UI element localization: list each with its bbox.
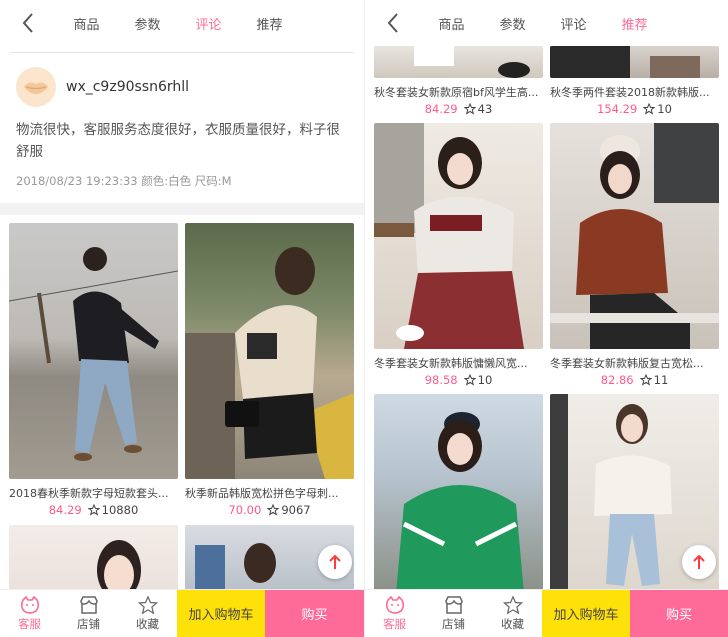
product-photo <box>374 46 543 78</box>
product-photo <box>374 394 543 594</box>
product-card[interactable]: 2018春秋季新款字母短款套头... 84.29 10880 <box>9 223 178 517</box>
product-title: 2018春秋季新款字母短款套头... <box>9 487 169 500</box>
collect-button[interactable]: 收藏 <box>483 590 542 637</box>
service-button[interactable]: 客服 <box>0 590 59 637</box>
tab-bar: 商品 参数 评论 推荐 <box>56 14 300 33</box>
product-card[interactable]: 秋冬季两件套装2018新款韩版... 154.29 10 <box>550 46 719 116</box>
shop-label: 店铺 <box>77 616 100 631</box>
back-button[interactable] <box>365 0 421 46</box>
favorite-count-value: 9067 <box>281 503 311 517</box>
product-title: 冬季套装女新款韩版慵懒风宽... <box>374 357 528 370</box>
product-photo <box>374 123 543 349</box>
favorite-count: 10880 <box>87 503 139 517</box>
favorite-count-value: 10 <box>657 102 672 116</box>
recommend-grid: 秋冬套装女新款原宿bf风学生高... 84.29 43 秋冬季两件套装2018新… <box>365 46 728 594</box>
avatar <box>16 67 56 107</box>
recommend-grid: 2018春秋季新款字母短款套头... 84.29 10880 秋季新品韩版宽松拼… <box>0 223 364 625</box>
back-button[interactable] <box>0 0 56 46</box>
shop-icon <box>444 595 463 614</box>
add-to-cart-button[interactable]: 加入购物车 <box>177 590 265 637</box>
product-card[interactable]: 秋季新品韩版宽松拼色字母刺... 70.00 9067 <box>185 223 354 517</box>
star-icon <box>267 504 280 516</box>
bottom-action-bar: 客服 店铺 收藏 加入购物车 购买 <box>365 589 728 637</box>
collect-label: 收藏 <box>136 616 159 631</box>
product-photo <box>185 223 354 479</box>
product-card[interactable]: 秋冬套装女新款原宿bf风学生高... 84.29 43 <box>374 46 543 116</box>
tab-recommend[interactable]: 推荐 <box>604 14 665 33</box>
scroll-top-arrow-icon <box>693 554 705 569</box>
collect-button[interactable]: 收藏 <box>118 590 177 637</box>
favorite-count-value: 10 <box>477 373 493 387</box>
product-card[interactable]: 冬季套装女新款韩版慵懒风宽... 98.58 10 <box>374 123 543 387</box>
shop-button[interactable]: 店铺 <box>424 590 483 637</box>
tab-params[interactable]: 参数 <box>117 14 178 33</box>
tab-comments[interactable]: 评论 <box>178 14 239 33</box>
product-photo <box>9 223 178 479</box>
favorite-count-value: 11 <box>653 373 669 387</box>
scroll-top-button[interactable] <box>682 545 716 579</box>
product-price: 70.00 <box>228 503 262 517</box>
star-icon <box>463 103 476 115</box>
collect-star-icon <box>137 595 158 614</box>
product-photo <box>550 123 719 349</box>
buy-button[interactable]: 购买 <box>630 590 728 637</box>
star-icon <box>87 504 100 516</box>
product-card[interactable] <box>374 394 543 594</box>
tab-goods[interactable]: 商品 <box>56 14 117 33</box>
product-price: 82.86 <box>600 373 634 387</box>
star-icon <box>463 374 476 386</box>
back-arrow-icon <box>387 13 398 33</box>
scroll-top-arrow-icon <box>329 554 341 569</box>
review-meta: 2018/08/23 19:23:33 颜色:白色 尺码:M <box>16 174 232 188</box>
favorite-count: 10 <box>643 102 672 116</box>
collect-label: 收藏 <box>501 616 524 631</box>
tab-bar: 商品 参数 评论 推荐 <box>421 14 665 33</box>
bottom-action-bar: 客服 店铺 收藏 加入购物车 购买 <box>0 589 364 637</box>
product-title: 冬季套装女新款韩版复古宽松... <box>550 357 704 370</box>
product-title: 秋冬套装女新款原宿bf风学生高... <box>374 86 539 99</box>
star-icon <box>643 103 656 115</box>
tab-goods[interactable]: 商品 <box>421 14 482 33</box>
product-card[interactable]: 冬季套装女新款韩版复古宽松... 82.86 11 <box>550 123 719 387</box>
top-nav: 商品 参数 评论 推荐 <box>0 0 364 46</box>
lips-avatar-icon <box>24 82 48 94</box>
service-label: 客服 <box>383 616 406 631</box>
product-price: 84.29 <box>424 102 458 116</box>
collect-star-icon <box>502 595 523 614</box>
product-title: 秋季新品韩版宽松拼色字母刺... <box>185 487 339 500</box>
favorite-count: 11 <box>639 373 669 387</box>
review-username: wx_c9z90ssn6rhll <box>66 79 190 95</box>
service-label: 客服 <box>18 616 41 631</box>
review-item: wx_c9z90ssn6rhll 物流很快，客服服务态度很好，衣服质量很好，料子… <box>0 53 364 189</box>
service-face-icon <box>20 595 39 614</box>
product-title: 秋冬季两件套装2018新款韩版... <box>550 86 710 99</box>
shop-button[interactable]: 店铺 <box>59 590 118 637</box>
top-nav: 商品 参数 评论 推荐 <box>365 0 728 46</box>
favorite-count: 9067 <box>267 503 311 517</box>
service-button[interactable]: 客服 <box>365 590 424 637</box>
buy-button[interactable]: 购买 <box>265 590 364 637</box>
section-gap <box>0 203 364 215</box>
favorite-count: 10 <box>463 373 493 387</box>
product-price: 154.29 <box>597 102 638 116</box>
review-text: 物流很快，客服服务态度很好，衣服质量很好，料子很舒服 <box>16 122 340 160</box>
add-to-cart-button[interactable]: 加入购物车 <box>542 590 630 637</box>
tab-recommend[interactable]: 推荐 <box>239 14 300 33</box>
back-arrow-icon <box>22 13 33 33</box>
scroll-top-button[interactable] <box>318 545 352 579</box>
product-price: 98.58 <box>424 373 458 387</box>
tab-comments[interactable]: 评论 <box>543 14 604 33</box>
shop-icon <box>79 595 98 614</box>
comment-panel: 商品 参数 评论 推荐 wx_c9z90ssn6rhll 物流很快，客服服务态度… <box>0 0 364 637</box>
service-face-icon <box>385 595 404 614</box>
recommend-panel: 商品 参数 评论 推荐 秋冬套装女新款原宿bf风学生高... 84.29 43 <box>364 0 728 637</box>
shop-label: 店铺 <box>442 616 465 631</box>
favorite-count-value: 10880 <box>101 503 139 517</box>
star-icon <box>639 374 652 386</box>
product-price: 84.29 <box>48 503 82 517</box>
product-photo <box>550 46 719 78</box>
favorite-count-value: 43 <box>477 102 493 116</box>
favorite-count: 43 <box>463 102 493 116</box>
tab-params[interactable]: 参数 <box>482 14 543 33</box>
